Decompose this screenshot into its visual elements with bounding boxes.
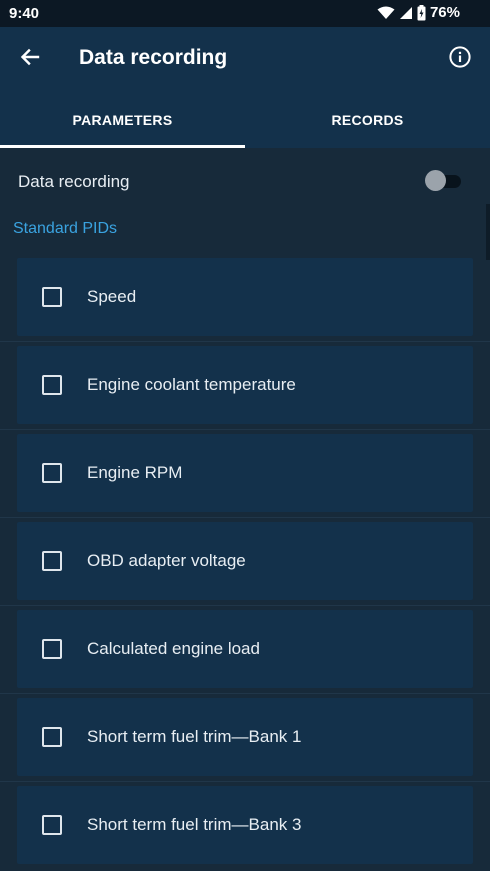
tab-parameters[interactable]: PARAMETERS [0, 91, 245, 148]
battery-percent: 76% [429, 4, 460, 21]
arrow-back-icon [20, 47, 40, 72]
page-title: Data recording [79, 46, 228, 69]
status-time: 9:40 [9, 5, 40, 22]
checkbox[interactable] [42, 463, 62, 483]
divider [0, 605, 490, 606]
checkbox[interactable] [42, 551, 62, 571]
pid-label: Short term fuel trim—Bank 3 [87, 815, 302, 834]
pid-item-engine-coolant-temperature[interactable]: Engine coolant temperature [17, 346, 473, 424]
battery-icon [417, 4, 426, 21]
back-button[interactable] [14, 43, 46, 75]
info-icon [448, 45, 472, 74]
checkbox[interactable] [42, 287, 62, 307]
data-recording-toggle[interactable] [425, 170, 461, 192]
divider [0, 341, 490, 342]
data-recording-row: Data recording [0, 148, 490, 214]
pid-item-short-term-fuel-trim-bank-1[interactable]: Short term fuel trim—Bank 1 [17, 698, 473, 776]
pid-label: Calculated engine load [87, 639, 260, 658]
pid-item-obd-adapter-voltage[interactable]: OBD adapter voltage [17, 522, 473, 600]
status-icons: 76% [377, 4, 460, 21]
tab-parameters-label: PARAMETERS [72, 111, 173, 128]
divider [0, 693, 490, 694]
status-bar: 9:40 76% [0, 0, 490, 27]
pid-label: Short term fuel trim—Bank 1 [87, 727, 302, 746]
pid-item-speed[interactable]: Speed [17, 258, 473, 336]
cellular-signal-icon [399, 6, 413, 20]
toggle-thumb [425, 170, 446, 191]
checkbox[interactable] [42, 815, 62, 835]
app-bar: Data recording PARAMETERS RECORDS [0, 27, 490, 148]
pid-item-engine-rpm[interactable]: Engine RPM [17, 434, 473, 512]
pid-label: Engine RPM [87, 463, 183, 482]
scrollbar[interactable] [486, 204, 490, 260]
divider [0, 429, 490, 430]
pid-label: Speed [87, 287, 137, 306]
info-button[interactable] [444, 43, 476, 75]
data-recording-label: Data recording [18, 172, 130, 191]
pid-label: OBD adapter voltage [87, 551, 246, 570]
tab-records-label: RECORDS [331, 111, 404, 128]
checkbox[interactable] [42, 727, 62, 747]
checkbox[interactable] [42, 639, 62, 659]
divider [0, 781, 490, 782]
parameters-content: Data recording Standard PIDs Speed Engin… [0, 148, 490, 871]
pid-item-short-term-fuel-trim-bank-3[interactable]: Short term fuel trim—Bank 3 [17, 786, 473, 864]
tab-bar: PARAMETERS RECORDS [0, 91, 490, 148]
wifi-icon [377, 6, 395, 20]
section-header-standard-pids: Standard PIDs [13, 220, 118, 237]
tab-records[interactable]: RECORDS [245, 91, 490, 148]
pid-item-calculated-engine-load[interactable]: Calculated engine load [17, 610, 473, 688]
divider [0, 517, 490, 518]
pid-label: Engine coolant temperature [87, 375, 296, 394]
checkbox[interactable] [42, 375, 62, 395]
